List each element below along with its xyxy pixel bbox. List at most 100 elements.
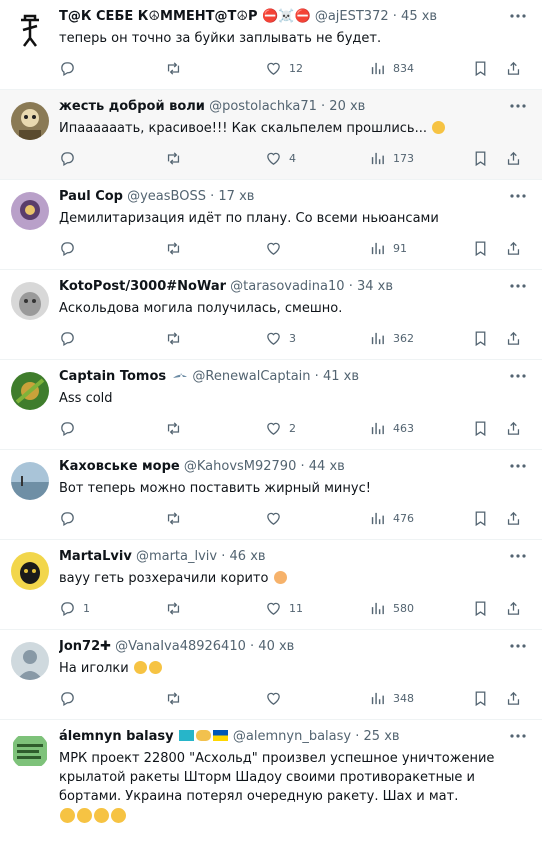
like-button[interactable] [265,239,289,257]
retweet-button[interactable] [165,149,182,167]
avatar[interactable] [11,642,49,680]
retweet-button[interactable] [165,689,182,707]
tweet[interactable]: Captain Tomos @RenewalCaptain · 41 хв As… [0,360,542,450]
bookmark-button[interactable] [472,149,489,167]
retweet-button[interactable] [165,509,182,527]
retweet-button[interactable] [165,59,182,77]
avatar[interactable] [11,732,49,770]
display-name[interactable]: MartaLviv [59,549,132,564]
tweet[interactable]: Paul Cop @yeasBOSS · 17 хв Демилитаризац… [0,180,542,270]
bookmark-button[interactable] [472,509,489,527]
timestamp[interactable]: 25 хв [364,729,400,744]
views-button[interactable]: 580 [369,599,414,617]
timestamp[interactable]: 46 хв [230,549,266,564]
retweet-button[interactable] [165,329,182,347]
bookmark-button[interactable] [472,59,489,77]
more-dots-icon[interactable] [508,186,528,206]
like-button[interactable] [265,689,289,707]
timestamp[interactable]: 40 хв [258,639,294,654]
bookmark-button[interactable] [472,329,489,347]
like-button[interactable]: 12 [265,59,303,77]
avatar[interactable] [11,282,49,320]
handle[interactable]: @tarasovadina10 [230,279,344,294]
views-button[interactable]: 362 [369,329,414,347]
avatar[interactable] [11,372,49,410]
display-name[interactable]: Каховське море [59,459,180,474]
more-dots-icon[interactable] [508,636,528,656]
views-button[interactable]: 476 [369,509,414,527]
handle[interactable]: @KahovsM92790 [184,459,297,474]
handle[interactable]: @VanaIva48926410 [115,639,246,654]
share-button[interactable] [505,239,522,257]
like-button[interactable]: 3 [265,329,296,347]
display-name[interactable]: álemnyn balasy [59,729,174,744]
avatar[interactable] [11,12,49,50]
more-dots-icon[interactable] [508,546,528,566]
timestamp[interactable]: 41 хв [323,369,359,384]
timestamp[interactable]: 17 хв [218,189,254,204]
display-name[interactable]: жесть доброй воли [59,99,205,114]
like-button[interactable]: 4 [265,149,296,167]
reply-button[interactable] [59,59,76,77]
bookmark-button[interactable] [472,599,489,617]
share-button[interactable] [505,599,522,617]
like-button[interactable]: 11 [265,599,303,617]
display-name[interactable]: Captain Tomos [59,369,166,384]
views-button[interactable]: 348 [369,689,414,707]
bookmark-button[interactable] [472,239,489,257]
more-dots-icon[interactable] [508,96,528,116]
avatar[interactable] [11,102,49,140]
timestamp[interactable]: 34 хв [357,279,393,294]
more-dots-icon[interactable] [508,366,528,386]
reply-button[interactable] [59,689,76,707]
more-dots-icon[interactable] [508,456,528,476]
display-name[interactable]: KotoPost/3000#NoWar [59,279,226,294]
views-button[interactable]: 834 [369,59,414,77]
handle[interactable]: @postolachka71 [209,99,317,114]
tweet[interactable]: Т@К СЕБЕ К☮ММЕНТ@Т☮Р ⛔☠️⛔ @ajEST372 · 45… [0,0,542,90]
timestamp[interactable]: 20 хв [329,99,365,114]
reply-button[interactable] [59,419,76,437]
reply-button[interactable]: 1 [59,599,90,617]
retweet-button[interactable] [165,419,182,437]
more-dots-icon[interactable] [508,6,528,26]
like-button[interactable] [265,509,289,527]
tweet[interactable]: Jon72✚ @VanaIva48926410 · 40 хв На иголк… [0,630,542,720]
views-button[interactable]: 91 [369,239,407,257]
handle[interactable]: @ajEST372 [315,9,389,24]
more-dots-icon[interactable] [508,276,528,296]
tweet[interactable]: KotoPost/3000#NoWar @tarasovadina10 · 34… [0,270,542,360]
share-button[interactable] [505,419,522,437]
display-name[interactable]: Paul Cop [59,189,123,204]
handle[interactable]: @alemnyn_balasy [233,729,351,744]
handle[interactable]: @marta_lviv [136,549,217,564]
reply-button[interactable] [59,329,76,347]
timestamp[interactable]: 45 хв [401,9,437,24]
reply-button[interactable] [59,239,76,257]
views-button[interactable]: 463 [369,419,414,437]
tweet[interactable]: álemnyn balasy @alemnyn_balasy · 25 хв М… [0,720,542,853]
share-button[interactable] [505,509,522,527]
views-button[interactable]: 173 [369,149,414,167]
like-button[interactable]: 2 [265,419,296,437]
share-button[interactable] [505,329,522,347]
avatar[interactable] [11,462,49,500]
display-name[interactable]: Jon72✚ [59,639,111,654]
share-button[interactable] [505,149,522,167]
handle[interactable]: @RenewalCaptain [192,369,310,384]
avatar[interactable] [11,192,49,230]
tweet[interactable]: Каховське море @KahovsM92790 · 44 хв Вот… [0,450,542,540]
retweet-button[interactable] [165,599,182,617]
more-dots-icon[interactable] [508,726,528,746]
reply-button[interactable] [59,149,76,167]
share-button[interactable] [505,59,522,77]
bookmark-button[interactable] [472,419,489,437]
retweet-button[interactable] [165,239,182,257]
tweet[interactable]: жесть доброй воли @postolachka71 · 20 хв… [0,90,542,180]
handle[interactable]: @yeasBOSS [127,189,206,204]
reply-button[interactable] [59,509,76,527]
tweet[interactable]: MartaLviv @marta_lviv · 46 хв вауу геть … [0,540,542,630]
timestamp[interactable]: 44 хв [309,459,345,474]
avatar[interactable] [11,552,49,590]
bookmark-button[interactable] [472,689,489,707]
